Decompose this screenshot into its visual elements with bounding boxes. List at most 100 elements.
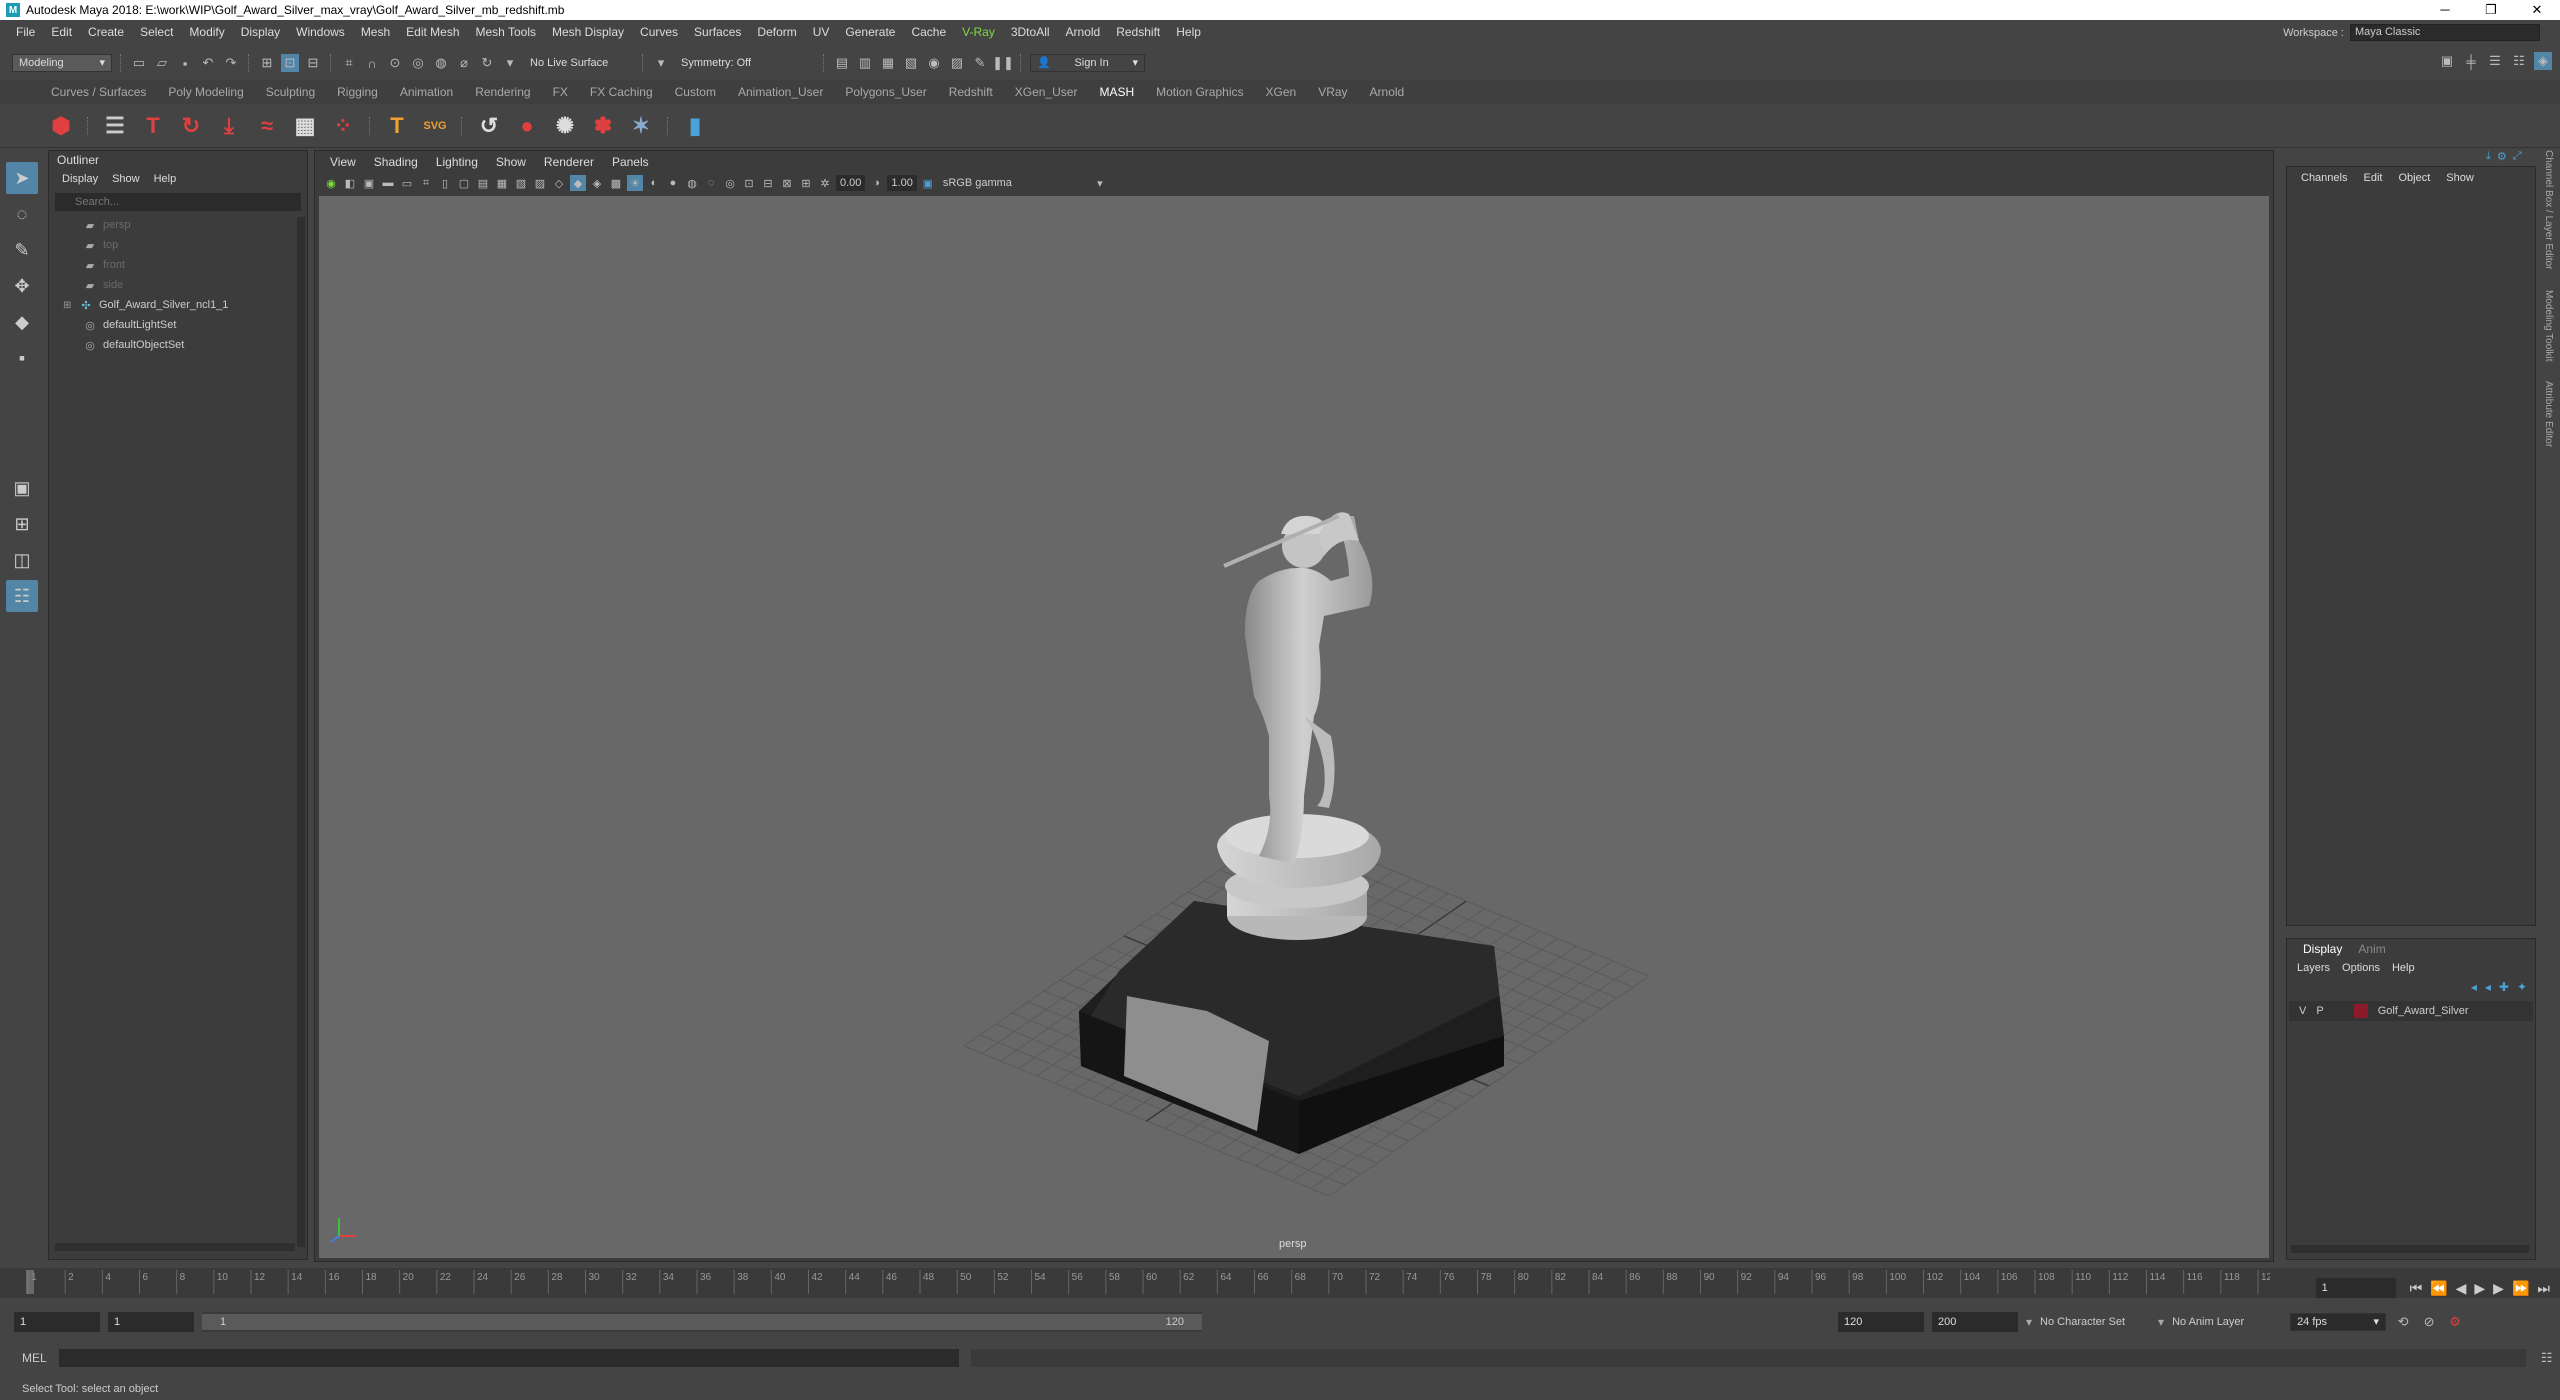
side-tab-attribute-editor[interactable]: Attribute Editor: [2543, 381, 2554, 447]
channelbox-menu-channels[interactable]: Channels: [2293, 167, 2355, 189]
channelbox-menu-edit[interactable]: Edit: [2355, 167, 2390, 189]
range-slider[interactable]: 1 120: [202, 1312, 1202, 1332]
menu-uv[interactable]: UV: [805, 25, 838, 39]
redo-icon[interactable]: ↷: [222, 54, 240, 72]
menu-surfaces[interactable]: Surfaces: [686, 25, 749, 39]
textured-icon[interactable]: ▩: [608, 175, 624, 191]
tab-display[interactable]: Display: [2295, 939, 2350, 959]
command-input[interactable]: [58, 1349, 959, 1367]
safe-title-icon[interactable]: ▨: [532, 175, 548, 191]
viewport-menu-show[interactable]: Show: [487, 155, 535, 169]
new-layer-icon[interactable]: ✚: [2499, 980, 2509, 994]
outliner-menu-display[interactable]: Display: [55, 169, 105, 189]
menu-create[interactable]: Create: [80, 25, 132, 39]
viewport-menu-shading[interactable]: Shading: [365, 155, 427, 169]
layer-visibility-toggle[interactable]: V: [2299, 1005, 2306, 1017]
3d-viewport[interactable]: persp: [319, 196, 2269, 1258]
current-frame-marker[interactable]: [26, 1270, 34, 1294]
shelf-tab-poly-modeling[interactable]: Poly Modeling: [157, 85, 254, 99]
resolution-gate-icon[interactable]: ▢: [456, 175, 472, 191]
list-icon[interactable]: ☰: [100, 111, 130, 141]
side-tab-channel-box[interactable]: Channel Box / Layer Editor: [2543, 150, 2554, 270]
menu-mesh[interactable]: Mesh: [353, 25, 398, 39]
fps-dropdown[interactable]: 24 fps ▾: [2290, 1313, 2387, 1331]
menu-help[interactable]: Help: [1168, 25, 1209, 39]
scale-tool-icon[interactable]: ▪: [6, 342, 38, 374]
shelf-tab-arnold[interactable]: Arnold: [1359, 85, 1416, 99]
camera-attributes-icon[interactable]: ◧: [342, 175, 358, 191]
side-tab-modeling-toolkit[interactable]: Modeling Toolkit: [2543, 290, 2554, 362]
four-view-icon[interactable]: ⊞: [6, 508, 38, 540]
outliner-item[interactable]: ▰ top: [49, 235, 307, 255]
expand-icon[interactable]: ⤢: [2513, 150, 2522, 163]
pin-icon[interactable]: ⤓: [2486, 150, 2491, 163]
xray-components-icon[interactable]: ⊞: [798, 175, 814, 191]
chevron-down-icon[interactable]: ▾: [1092, 175, 1108, 191]
viewport-menu-panels[interactable]: Panels: [603, 155, 658, 169]
close-button[interactable]: ✕: [2514, 0, 2560, 20]
outliner-item[interactable]: ▰ front: [49, 255, 307, 275]
layer-hscrollbar[interactable]: [2291, 1245, 2529, 1253]
ambient-occlusion-icon[interactable]: ●: [665, 175, 681, 191]
shelf-tab-mash[interactable]: MASH: [1088, 85, 1145, 99]
menu-cache[interactable]: Cache: [903, 25, 954, 39]
mode-dropdown[interactable]: Modeling ▾: [12, 54, 112, 72]
spray-icon[interactable]: ✶: [626, 111, 656, 141]
color-space-dropdown[interactable]: sRGB gamma: [938, 175, 1089, 191]
layer-playback-toggle[interactable]: P: [2316, 1005, 2323, 1017]
exposure-icon[interactable]: ✲: [817, 175, 833, 191]
new-layer-selected-icon[interactable]: ✦: [2517, 980, 2527, 994]
snap-surface-icon[interactable]: ◍: [432, 54, 450, 72]
toggle-channel-box-icon[interactable]: ☷: [2510, 52, 2528, 70]
animation-end-field[interactable]: 200: [1932, 1312, 2018, 1332]
snap-point-icon[interactable]: ⊙: [386, 54, 404, 72]
settings-icon[interactable]: ⚙: [2497, 150, 2507, 163]
curve-icon[interactable]: ↻: [176, 111, 206, 141]
ipr-render-icon[interactable]: ▦: [879, 54, 897, 72]
single-view-icon[interactable]: ▣: [6, 472, 38, 504]
chevron-down-icon[interactable]: ▾: [652, 54, 670, 72]
toggle-tool-settings-icon[interactable]: ☰: [2486, 52, 2504, 70]
lights-icon[interactable]: ☀: [627, 175, 643, 191]
menu-mesh-tools[interactable]: Mesh Tools: [468, 25, 544, 39]
open-scene-icon[interactable]: ▱: [153, 54, 171, 72]
grid-icon[interactable]: ▦: [290, 111, 320, 141]
depth-of-field-icon[interactable]: ◎: [722, 175, 738, 191]
menu-3dtoall[interactable]: 3DtoAll: [1003, 25, 1058, 39]
toggle-layer-icon[interactable]: ◈: [2534, 52, 2552, 70]
wireframe-icon[interactable]: ◇: [551, 175, 567, 191]
lasso-tool-icon[interactable]: ◌: [6, 198, 38, 230]
outliner-hscrollbar[interactable]: [55, 1243, 295, 1251]
current-frame-field[interactable]: 1: [2315, 1278, 2396, 1298]
shelf-tab-vray[interactable]: VRay: [1307, 85, 1358, 99]
shelf-tab-redshift[interactable]: Redshift: [938, 85, 1004, 99]
channelbox-menu-show[interactable]: Show: [2438, 167, 2482, 189]
menu-generate[interactable]: Generate: [837, 25, 903, 39]
viewport-menu-view[interactable]: View: [321, 155, 365, 169]
grid-icon[interactable]: ⌗: [418, 175, 434, 191]
outliner-search-input[interactable]: Search...: [55, 193, 301, 211]
menu-arnold[interactable]: Arnold: [1058, 25, 1109, 39]
animation-start-field[interactable]: 1: [14, 1312, 100, 1332]
shelf-tab-polygons-user[interactable]: Polygons_User: [834, 85, 937, 99]
gamma-icon[interactable]: ◑: [868, 175, 884, 191]
snap-curve-icon[interactable]: ∩: [363, 54, 381, 72]
snap-live-icon[interactable]: ⌀: [455, 54, 473, 72]
go-to-start-icon[interactable]: ⏮: [2410, 1280, 2423, 1297]
cluster-icon[interactable]: ✺: [550, 111, 580, 141]
layer-menu-help[interactable]: Help: [2386, 959, 2421, 977]
wireframe-on-shaded-icon[interactable]: ◈: [589, 175, 605, 191]
outliner-item[interactable]: ⊞ ✣ Golf_Award_Silver_ncl1_1: [49, 295, 307, 315]
gate-mask-icon[interactable]: ▤: [475, 175, 491, 191]
xray-joints-icon[interactable]: ⊠: [779, 175, 795, 191]
sign-in-button[interactable]: 👤 Sign In ▾: [1030, 54, 1145, 72]
maximize-button[interactable]: ❐: [2468, 0, 2514, 20]
menu-file[interactable]: File: [8, 25, 43, 39]
live-surface-field[interactable]: No Live Surface: [524, 54, 634, 72]
drop-icon[interactable]: ⤓: [214, 111, 244, 141]
loop-icon[interactable]: ↺: [474, 111, 504, 141]
outliner-menu-show[interactable]: Show: [105, 169, 147, 189]
select-camera-icon[interactable]: ◉: [323, 175, 339, 191]
bookmark-icon[interactable]: ▮: [680, 111, 710, 141]
step-forward-key-icon[interactable]: ⏩: [2512, 1280, 2529, 1297]
